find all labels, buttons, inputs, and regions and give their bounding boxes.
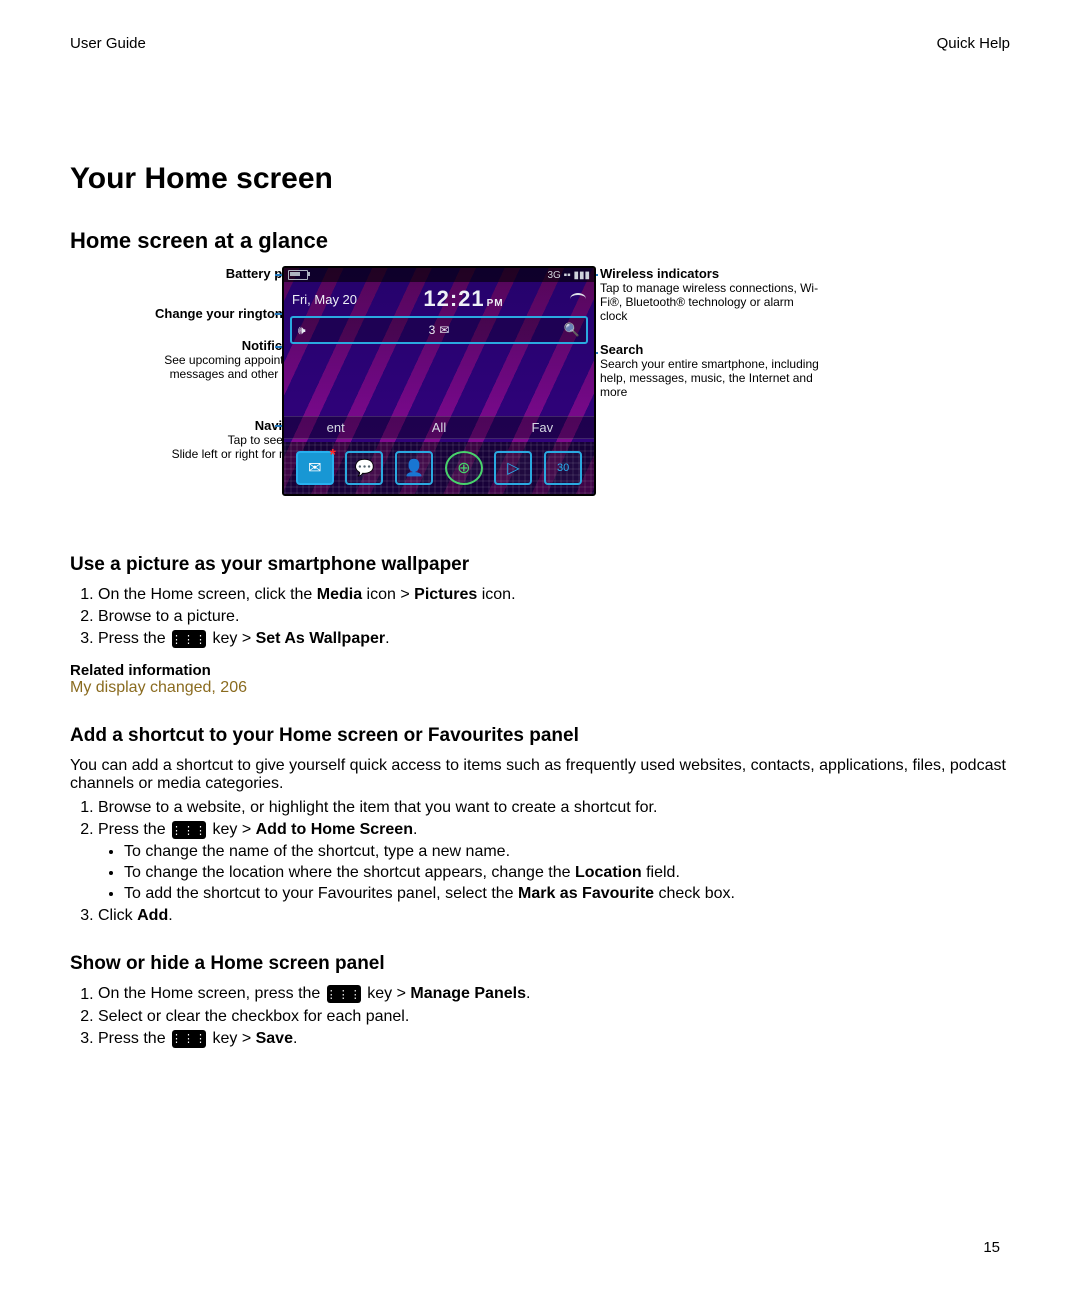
page: User Guide Quick Help Your Home screen H… <box>0 0 1080 1296</box>
t: key > <box>363 986 411 1003</box>
page-number: 15 <box>983 1239 1000 1256</box>
phone-time-suffix: PM <box>487 298 504 309</box>
t: Press the <box>98 1030 170 1047</box>
t: On the Home screen, press the <box>98 986 325 1003</box>
wifi-icon <box>570 293 586 305</box>
related-info-heading: Related information <box>70 662 1010 679</box>
panels-steps: On the Home screen, press the ⋮⋮⋮ key > … <box>70 985 1010 1047</box>
step: Browse to a website, or highlight the it… <box>98 799 1010 817</box>
phone-mock: 3G ▪▪ ▮▮▮ Fri, May 20 12:21PM 🕪 3 ✉ 🔍 en… <box>282 266 596 496</box>
phone-time: 12:21PM <box>423 286 503 312</box>
nav-tab-right: Fav <box>491 417 594 438</box>
t: Press the <box>98 821 170 838</box>
section-glance-heading: Home screen at a glance <box>70 228 1010 254</box>
t: Click <box>98 907 137 924</box>
step: Press the ⋮⋮⋮ key > Add to Home Screen. … <box>98 821 1010 903</box>
phone-time-value: 12:21 <box>423 286 484 311</box>
t: Mark as Favourite <box>518 885 654 902</box>
wallpaper-steps: On the Home screen, click the Media icon… <box>70 586 1010 648</box>
t: Manage Panels <box>410 986 526 1003</box>
t: . <box>413 821 417 838</box>
callout-search: Search Search your entire smartphone, in… <box>600 342 820 399</box>
phone-icon-row: ✉ 💬 👤 ⊕ ▷ 30 <box>284 442 594 494</box>
shortcut-substeps: To change the name of the shortcut, type… <box>98 843 1010 903</box>
t: Media <box>317 586 362 603</box>
step: Select or clear the checkbox for each pa… <box>98 1008 1010 1026</box>
contact-icon: 👤 <box>395 451 433 485</box>
t: . <box>293 1030 297 1047</box>
t: Location <box>575 864 642 881</box>
step: Browse to a picture. <box>98 608 1010 626</box>
envelope-mini-icon: ✉ <box>439 323 449 337</box>
speaker-icon: 🕪 <box>298 323 306 338</box>
t: . <box>526 986 530 1003</box>
t: Add <box>137 907 168 924</box>
shortcut-intro: You can add a shortcut to give yourself … <box>70 757 1010 793</box>
phone-nav-tabs: ent All Fav <box>284 416 594 439</box>
callout-wireless-title: Wireless indicators <box>600 266 820 281</box>
t: To change the location where the shortcu… <box>124 864 575 881</box>
shortcut-steps: Browse to a website, or highlight the it… <box>70 799 1010 925</box>
phone-status-strip: 3G ▪▪ ▮▮▮ <box>284 268 594 282</box>
callout-wireless-sub: Tap to manage wireless connections, Wi-F… <box>600 281 820 323</box>
t: key > <box>208 630 256 647</box>
t: check box. <box>654 885 735 902</box>
step: Press the ⋮⋮⋮ key > Set As Wallpaper. <box>98 630 1010 648</box>
related-info-link[interactable]: My display changed, 206 <box>70 679 1010 697</box>
step: On the Home screen, click the Media icon… <box>98 586 1010 604</box>
media-icon: ▷ <box>494 451 532 485</box>
callout-search-sub: Search your entire smartphone, including… <box>600 357 820 399</box>
mail-icon: ✉ <box>296 451 334 485</box>
page-title: Your Home screen <box>70 162 1010 196</box>
t: Add to Home Screen <box>256 821 413 838</box>
step: Press the ⋮⋮⋮ key > Save. <box>98 1030 1010 1048</box>
phone-notif-count: 3 <box>429 323 436 337</box>
search-icon: 🔍 <box>564 322 580 338</box>
substep: To change the location where the shortcu… <box>124 864 1010 882</box>
t: Set As Wallpaper <box>256 630 386 647</box>
browser-icon: ⊕ <box>445 451 483 485</box>
nav-tab-mid: All <box>387 417 490 438</box>
phone-date: Fri, May 20 <box>292 292 357 307</box>
chat-icon: 💬 <box>345 451 383 485</box>
t: . <box>385 630 389 647</box>
menu-key-icon: ⋮⋮⋮ <box>172 630 206 648</box>
phone-notification-bar: 🕪 3 ✉ 🔍 <box>290 316 588 344</box>
t: On the Home screen, click the <box>98 586 317 603</box>
nav-tab-left: ent <box>284 417 387 438</box>
t: To add the shortcut to your Favourites p… <box>124 885 518 902</box>
t: icon. <box>477 586 515 603</box>
status-right: 3G ▪▪ ▮▮▮ <box>548 270 591 281</box>
battery-icon <box>288 270 308 280</box>
callout-wireless: Wireless indicators Tap to manage wirele… <box>600 266 820 323</box>
t: Save <box>256 1030 293 1047</box>
substep: To add the shortcut to your Favourites p… <box>124 885 1010 903</box>
menu-key-icon: ⋮⋮⋮ <box>172 821 206 839</box>
callout-search-title: Search <box>600 342 820 357</box>
t: key > <box>208 1030 256 1047</box>
section-shortcut-heading: Add a shortcut to your Home screen or Fa… <box>70 725 1010 747</box>
t: icon > <box>362 586 414 603</box>
menu-key-icon: ⋮⋮⋮ <box>327 985 361 1003</box>
t: key > <box>208 821 256 838</box>
t: Press the <box>98 630 170 647</box>
phone-clock-row: Fri, May 20 12:21PM <box>284 282 594 314</box>
t: . <box>168 907 172 924</box>
section-panels-heading: Show or hide a Home screen panel <box>70 953 1010 975</box>
t: field. <box>642 864 680 881</box>
calendar-icon: 30 <box>544 451 582 485</box>
section-wallpaper-heading: Use a picture as your smartphone wallpap… <box>70 554 1010 576</box>
step: On the Home screen, press the ⋮⋮⋮ key > … <box>98 985 1010 1003</box>
t: Pictures <box>414 586 477 603</box>
header-right: Quick Help <box>937 35 1010 52</box>
step: Click Add. <box>98 907 1010 925</box>
running-header: User Guide Quick Help <box>70 35 1010 52</box>
menu-key-icon: ⋮⋮⋮ <box>172 1030 206 1048</box>
home-screen-figure: Battery power level Change your ringtone… <box>70 266 1010 526</box>
header-left: User Guide <box>70 35 146 52</box>
substep: To change the name of the shortcut, type… <box>124 843 1010 861</box>
